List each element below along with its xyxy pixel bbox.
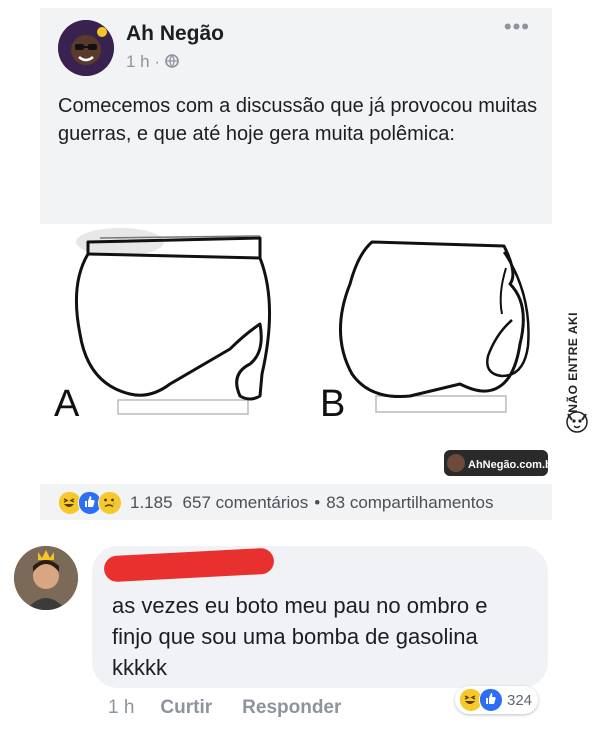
share-count[interactable]: 83 compartilhamentos <box>326 493 493 513</box>
post-author-name[interactable]: Ah Negão <box>126 22 224 46</box>
sad-icon <box>98 491 122 515</box>
option-b-label: B <box>320 383 345 425</box>
option-a-label: A <box>54 383 80 425</box>
comment-text: as vezes eu boto meu pau no ombro e finj… <box>112 593 488 680</box>
like-icon <box>479 688 503 712</box>
author-avatar[interactable] <box>58 20 114 76</box>
post-time[interactable]: 1 h <box>126 52 150 71</box>
comment-count[interactable]: 657 comentários <box>183 493 309 513</box>
comment-time[interactable]: 1 h <box>108 697 134 719</box>
meta-separator: · <box>154 52 161 71</box>
side-watermark-text: NÃO ENTRE AKI <box>566 312 580 413</box>
reaction-count[interactable]: 1.185 <box>130 493 173 513</box>
comment-reactions[interactable]: 324 <box>455 686 539 714</box>
comment-reaction-count: 324 <box>507 691 533 709</box>
comment-actions: 1 h Curtir Responder <box>108 697 371 719</box>
more-horizontal-icon[interactable]: ••• <box>504 14 530 40</box>
commenter-avatar[interactable] <box>14 546 78 610</box>
post-text: Comecemos com a discussão que já provoco… <box>58 95 538 145</box>
dog-logo-icon <box>566 411 588 433</box>
post-image[interactable]: A B AhNegão.com.br <box>40 224 557 484</box>
reply-button[interactable]: Responder <box>242 697 341 719</box>
image-watermark: AhNegão.com.br <box>468 459 552 471</box>
post-reactions-bar[interactable]: 1.185 657 comentários • 83 compartilhame… <box>58 490 493 516</box>
post-meta: 1 h · <box>126 52 179 72</box>
stats-separator: • <box>314 493 321 512</box>
like-button[interactable]: Curtir <box>160 697 212 719</box>
facebook-post: Ah Negão 1 h · ••• Comecemos com a discu… <box>40 8 557 520</box>
side-watermark: NÃO ENTRE AKI <box>558 312 594 442</box>
globe-icon <box>164 52 179 71</box>
